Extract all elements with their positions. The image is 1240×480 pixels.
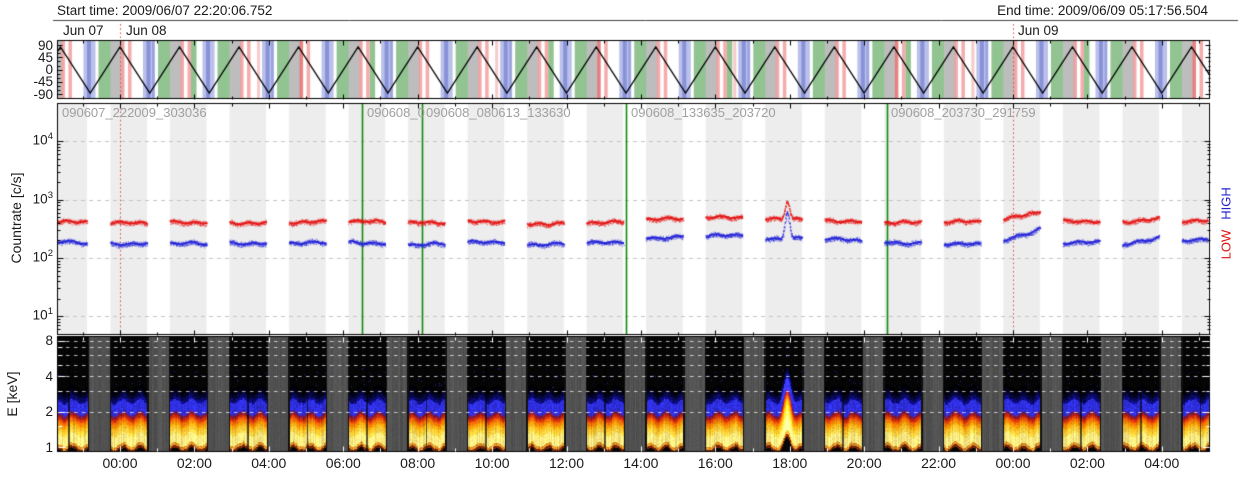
countrate-y-tick-exponent: 3 [47, 189, 53, 201]
x-tick-label: 00:00 [995, 455, 1031, 471]
end-time-label: End time: 2009/06/09 05:17:56.504 [997, 3, 1208, 18]
energy-y-tick-label: 4 [45, 368, 53, 384]
x-tick-label: 16:00 [697, 455, 733, 471]
energy-y-tick-label: 2 [45, 404, 53, 419]
energy-y-tick-label: 1 [45, 439, 53, 455]
countrate-y-tick-exponent: 2 [47, 248, 53, 259]
x-tick-label: 02:00 [176, 455, 212, 471]
x-tick-label: 10:00 [474, 455, 510, 471]
series-label-low: LOW [1218, 229, 1234, 260]
countrate-y-tick-exponent: 1 [47, 306, 53, 318]
file-segment-label: 090608_203730_291759 [891, 105, 1036, 120]
energy-axis-title: E [keV] [4, 371, 20, 417]
file-segment-label: 090608_133635_203720 [631, 105, 776, 120]
plot-page: Start time: 2009/06/07 22:20:06.752 End … [0, 0, 1240, 480]
countrate-y-tick-label: 103 [32, 189, 53, 207]
date-label: Jun 08 [126, 23, 167, 38]
x-tick-label: 08:00 [400, 455, 436, 471]
date-label: Jun 07 [63, 23, 104, 38]
x-tick-label: 22:00 [921, 455, 957, 471]
file-segment-label: 090608_080613_133630 [426, 105, 571, 120]
x-tick-label: 14:00 [623, 455, 659, 471]
x-tick-label: 18:00 [772, 455, 808, 471]
orbit-y-tick-label: -90 [33, 86, 53, 102]
countrate-y-tick-label: 101 [32, 306, 53, 323]
x-tick-label: 02:00 [1069, 455, 1105, 471]
x-tick-label: 00:00 [102, 455, 138, 471]
countrate-y-tick-label: 102 [32, 248, 53, 265]
countrate-y-tick-label: 104 [32, 131, 53, 148]
file-segment-label: 090607_222009_303036 [62, 105, 207, 120]
date-label: Jun 09 [1018, 23, 1059, 38]
plot-canvas [0, 0, 1240, 480]
x-tick-label: 04:00 [251, 455, 287, 471]
energy-y-tick-label: 8 [45, 333, 53, 348]
x-tick-label: 12:00 [548, 455, 585, 471]
countrate-y-tick-exponent: 4 [47, 131, 53, 143]
start-time-label: Start time: 2009/06/07 22:20:06.752 [57, 3, 273, 18]
x-tick-label: 04:00 [1144, 455, 1180, 471]
file-segment-label: 090608_0 [367, 105, 425, 120]
x-tick-label: 06:00 [325, 455, 361, 471]
x-tick-label: 20:00 [846, 455, 882, 471]
